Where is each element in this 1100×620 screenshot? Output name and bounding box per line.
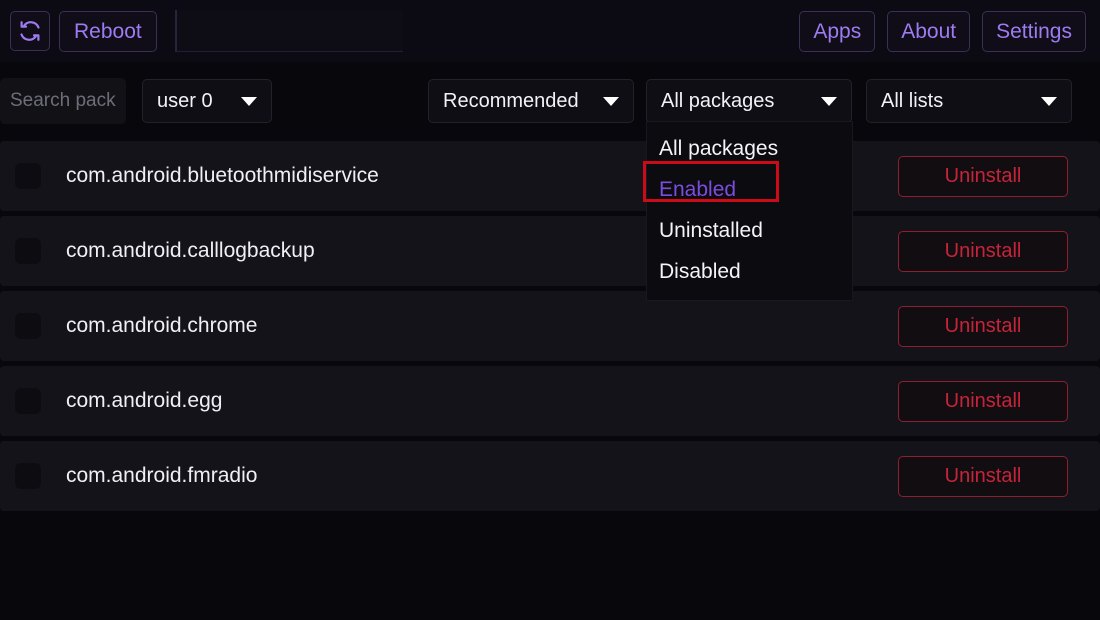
package-checkbox[interactable]: [15, 388, 41, 414]
state-filter-value: All packages: [661, 89, 775, 112]
package-checkbox[interactable]: [15, 238, 41, 264]
dropdown-item-disabled[interactable]: Disabled: [647, 251, 852, 292]
package-name: com.android.egg: [66, 389, 223, 412]
uninstall-button[interactable]: Uninstall: [898, 455, 1068, 497]
chevron-down-icon: [603, 96, 619, 106]
top-text-input-wrapper: [174, 10, 403, 52]
uninstall-button[interactable]: Uninstall: [898, 155, 1068, 197]
package-row[interactable]: com.android.bluetoothmidiservice Uninstal…: [0, 141, 1100, 211]
dropdown-item-uninstalled[interactable]: Uninstalled: [647, 210, 852, 251]
package-list: com.android.bluetoothmidiservice Uninstal…: [0, 141, 1100, 516]
reboot-button[interactable]: Reboot: [59, 10, 157, 52]
state-filter-dropdown: All packages Enabled Uninstalled Disabled: [646, 121, 853, 301]
dropdown-item-all-packages[interactable]: All packages: [647, 128, 852, 169]
package-name: com.android.chrome: [66, 314, 258, 337]
top-bar: Reboot Apps About Settings: [0, 0, 1100, 62]
lists-select[interactable]: All lists: [866, 79, 1072, 123]
chevron-down-icon: [1041, 96, 1057, 106]
package-checkbox[interactable]: [15, 163, 41, 189]
top-text-input[interactable]: [174, 10, 403, 52]
package-row[interactable]: com.android.calllogbackup Uninstall: [0, 216, 1100, 286]
refresh-button[interactable]: [10, 11, 50, 51]
package-row[interactable]: com.android.egg Uninstall: [0, 366, 1100, 436]
state-filter-select[interactable]: All packages: [646, 79, 852, 123]
package-name: com.android.bluetoothmidiservice: [66, 164, 379, 187]
chevron-down-icon: [821, 96, 837, 106]
uninstall-button[interactable]: Uninstall: [898, 380, 1068, 422]
user-select[interactable]: user 0: [142, 79, 272, 123]
package-row[interactable]: com.android.chrome Uninstall: [0, 291, 1100, 361]
apps-button[interactable]: Apps: [799, 10, 876, 52]
about-button[interactable]: About: [887, 10, 971, 52]
uninstall-button[interactable]: Uninstall: [898, 230, 1068, 272]
user-select-value: user 0: [157, 89, 213, 112]
top-bar-nav: Apps About Settings: [799, 10, 1090, 52]
sort-select-value: Recommended: [443, 89, 579, 112]
uninstall-button[interactable]: Uninstall: [898, 305, 1068, 347]
filter-bar: user 0 Recommended All packages All list…: [0, 62, 1100, 140]
package-row[interactable]: com.android.fmradio Uninstall: [0, 441, 1100, 511]
settings-button[interactable]: Settings: [982, 10, 1086, 52]
package-name: com.android.calllogbackup: [66, 239, 315, 262]
sort-select[interactable]: Recommended: [428, 79, 634, 123]
lists-select-value: All lists: [881, 89, 944, 112]
package-name: com.android.fmradio: [66, 464, 258, 487]
refresh-sync-icon: [18, 19, 42, 43]
chevron-down-icon: [241, 96, 257, 106]
package-checkbox[interactable]: [15, 463, 41, 489]
search-input[interactable]: [0, 78, 126, 124]
dropdown-item-enabled[interactable]: Enabled: [647, 169, 852, 210]
package-checkbox[interactable]: [15, 313, 41, 339]
